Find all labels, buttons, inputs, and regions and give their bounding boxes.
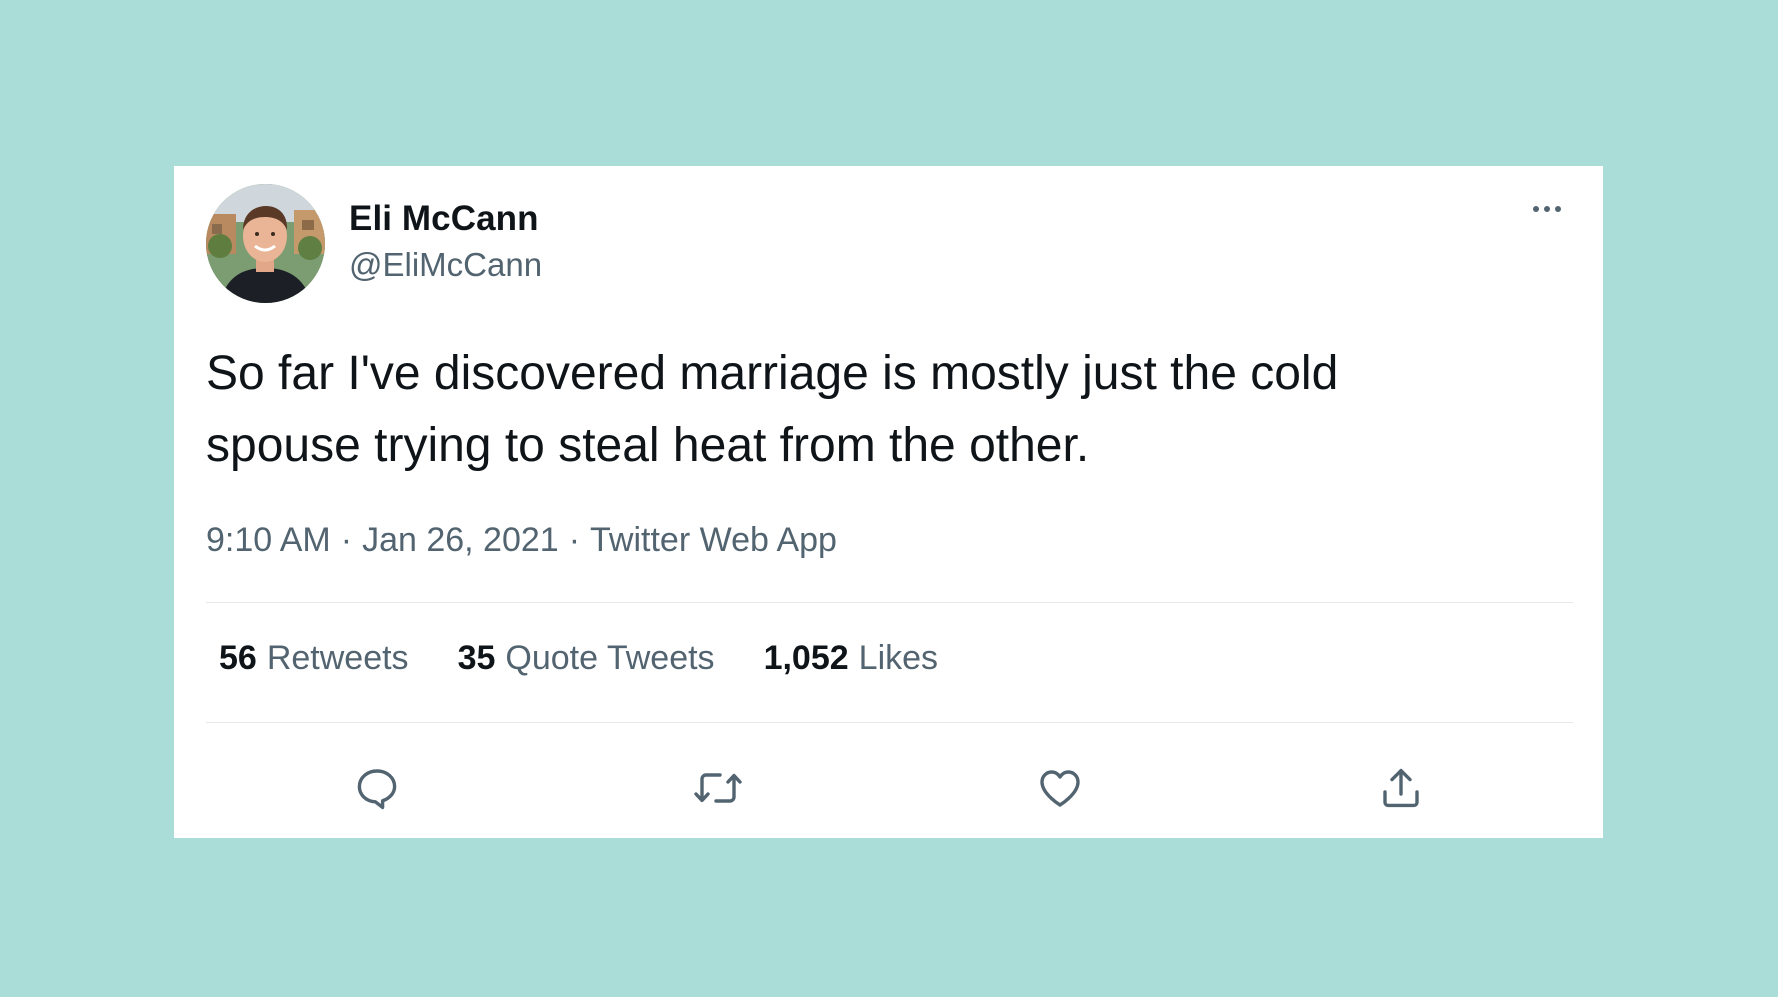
share-button[interactable] [1373,760,1429,816]
tweet-meta: 9:10 AM · Jan 26, 2021 · Twitter Web App [206,521,837,560]
author-name[interactable]: Eli McCann [349,199,539,239]
divider [206,602,1573,603]
quote-tweets-count: 35 [457,639,496,677]
retweet-icon [694,773,742,803]
retweets-label: Retweets [266,639,409,677]
meta-separator: · [568,521,581,559]
retweets-stat[interactable]: 56 Retweets [219,639,409,678]
avatar[interactable] [206,184,325,303]
tweet-stats: 56 Retweets 35 Quote Tweets 1,052 Likes [219,639,938,678]
heart-icon [1040,770,1080,807]
tweet-time[interactable]: 9:10 AM [206,521,331,559]
more-options-icon[interactable] [1525,194,1569,224]
tweet-date[interactable]: Jan 26, 2021 [362,521,559,559]
retweet-button[interactable] [690,760,746,816]
likes-label: Likes [858,639,939,677]
tweet-actions [174,760,1603,818]
like-button[interactable] [1032,760,1088,816]
reply-button[interactable] [349,760,405,816]
quote-tweets-label: Quote Tweets [505,639,715,677]
tweet-text-line: So far I've discovered marriage is mostl… [206,347,1339,400]
meta-separator: · [340,521,353,559]
tweet-card: Eli McCann @EliMcCann So far I've discov… [174,166,1603,838]
share-icon [1383,768,1419,808]
tweet-source[interactable]: Twitter Web App [590,521,837,559]
likes-count: 1,052 [763,639,849,677]
likes-stat[interactable]: 1,052 Likes [764,639,938,678]
quote-tweets-stat[interactable]: 35 Quote Tweets [458,639,715,678]
reply-icon [357,769,397,810]
tweet-text-line: spouse trying to steal heat from the oth… [206,419,1090,472]
retweets-count: 56 [219,639,257,677]
tweet-text: So far I've discovered marriage is mostl… [206,338,1566,482]
author-handle[interactable]: @EliMcCann [349,246,542,284]
divider [206,722,1573,723]
